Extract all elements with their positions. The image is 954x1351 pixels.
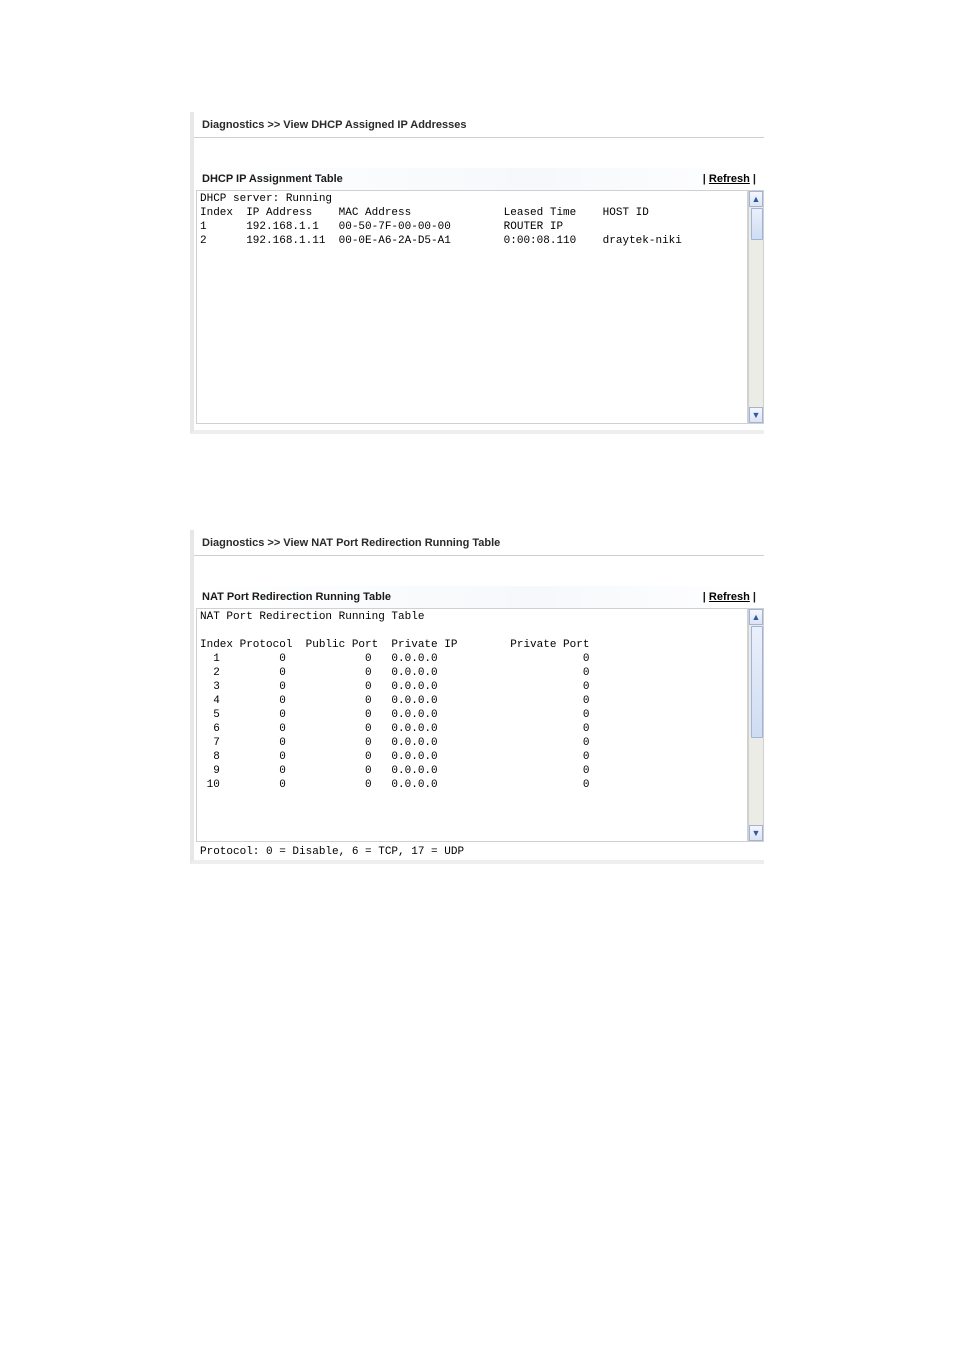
scroll-up-button[interactable]: ▲ bbox=[749, 609, 763, 625]
refresh-wrap: | Refresh | bbox=[703, 591, 756, 603]
breadcrumb: Diagnostics >> View NAT Port Redirection… bbox=[194, 530, 764, 556]
refresh-link[interactable]: Refresh bbox=[709, 173, 750, 185]
dhcp-title-bar: DHCP IP Assignment Table | Refresh | bbox=[194, 168, 764, 190]
dhcp-scroll-area: DHCP server: Running Index IP Address MA… bbox=[194, 190, 764, 424]
scroll-down-button[interactable]: ▼ bbox=[749, 825, 763, 841]
dhcp-table-content: DHCP server: Running Index IP Address MA… bbox=[196, 190, 748, 424]
refresh-link[interactable]: Refresh bbox=[709, 591, 750, 603]
refresh-wrap: | Refresh | bbox=[703, 173, 756, 185]
nat-port-panel: Diagnostics >> View NAT Port Redirection… bbox=[190, 530, 764, 864]
spacer bbox=[194, 556, 764, 586]
dhcp-table-title: DHCP IP Assignment Table bbox=[202, 173, 343, 185]
dhcp-assigned-panel: Diagnostics >> View DHCP Assigned IP Add… bbox=[190, 112, 764, 434]
scroll-thumb[interactable] bbox=[751, 208, 763, 240]
scrollbar[interactable]: ▲ ▼ bbox=[748, 190, 764, 424]
scroll-down-button[interactable]: ▼ bbox=[749, 407, 763, 423]
spacer bbox=[194, 138, 764, 168]
nat-scroll-area: NAT Port Redirection Running Table Index… bbox=[194, 608, 764, 842]
scrollbar[interactable]: ▲ ▼ bbox=[748, 608, 764, 842]
nat-title-bar: NAT Port Redirection Running Table | Ref… bbox=[194, 586, 764, 608]
protocol-legend: Protocol: 0 = Disable, 6 = TCP, 17 = UDP bbox=[194, 842, 764, 864]
breadcrumb: Diagnostics >> View DHCP Assigned IP Add… bbox=[194, 112, 764, 138]
nat-table-content: NAT Port Redirection Running Table Index… bbox=[196, 608, 748, 842]
scroll-thumb[interactable] bbox=[751, 626, 763, 738]
scroll-up-button[interactable]: ▲ bbox=[749, 191, 763, 207]
nat-table-title: NAT Port Redirection Running Table bbox=[202, 591, 391, 603]
